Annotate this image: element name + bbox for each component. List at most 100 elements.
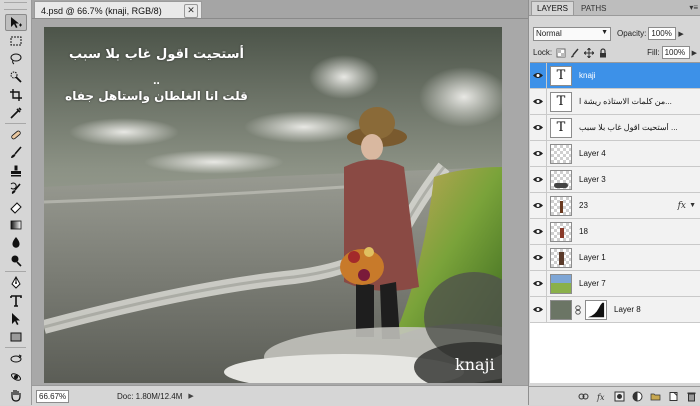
blur-tool[interactable] [5,234,27,251]
pen-icon [10,275,21,289]
tab-layers[interactable]: LAYERS [531,1,574,15]
quick-selection-icon [10,71,22,83]
image-canvas[interactable]: أستحيت اقول غاب بلا سبب .. قلت انا الغلط… [44,27,502,383]
adjustment-layer-icon[interactable] [632,391,643,402]
layer-name: knaji [579,71,596,80]
document-tab[interactable]: 4.psd @ 66.7% (knaji, RGB/8) ✕ [34,1,202,19]
blend-mode-value: Normal [536,29,562,38]
panel-menu-icon[interactable]: ▾≡ [689,3,698,12]
3d-orbit-tool[interactable] [5,368,27,385]
marquee-tool[interactable] [5,32,27,49]
layer-row[interactable]: Layer 4 [530,141,700,167]
layer-row[interactable]: Layer 1 [530,245,700,271]
visibility-eye-icon[interactable] [530,193,547,218]
layer-mask-thumbnail[interactable] [585,299,607,320]
add-layer-style-icon[interactable]: fx [596,391,607,402]
visibility-eye-icon[interactable] [530,141,547,166]
text-layer-thumbnail: T [550,65,572,86]
visibility-eye-icon[interactable] [530,167,547,192]
visibility-eye-icon[interactable] [530,89,547,114]
canvas-text-line1: أستحيت اقول غاب بلا سبب [69,47,244,62]
fill-input[interactable]: 100% [661,46,690,59]
document-window: 4.psd @ 66.7% (knaji, RGB/8) ✕ أستحيت اق… [32,0,528,406]
layer-name: 23 [579,201,588,210]
blend-mode-select[interactable]: Normal ▼ [533,26,611,41]
layer-row[interactable]: Layer 3 [530,167,700,193]
new-layer-icon[interactable] [668,391,679,402]
layer-name: 18 [579,227,588,236]
layer-effects-icon[interactable]: fx [678,201,686,211]
drop-icon [11,236,20,248]
brush-icon [10,145,22,158]
close-tab-icon[interactable]: ✕ [184,3,198,18]
hand-icon [10,389,21,402]
visibility-eye-icon[interactable] [530,115,547,140]
crop-tool[interactable] [5,86,27,103]
path-selection-tool[interactable] [5,310,27,327]
canvas-text-dots: .. [153,73,160,87]
path-selection-icon [11,312,20,325]
fill-group: Fill: 100% ▶ [647,46,697,59]
add-mask-icon[interactable] [614,391,625,402]
tab-paths[interactable]: PATHS [576,2,611,15]
visibility-eye-icon[interactable] [530,297,547,322]
layer-row[interactable]: Layer 8 [530,297,700,323]
chevron-down-icon: ▼ [601,28,608,36]
layer-row[interactable]: Layer 7 [530,271,700,297]
visibility-eye-icon[interactable] [530,219,547,244]
new-group-icon[interactable] [650,391,661,402]
layer-row[interactable]: T أستحيت اقول غاب بلا سبب ... [530,115,700,141]
status-menu-arrow-icon[interactable]: ▶ [188,392,193,400]
visibility-eye-icon[interactable] [530,271,547,296]
lock-pixels-icon[interactable] [570,48,580,58]
dodge-tool[interactable] [5,252,27,269]
3d-orbit-icon [10,372,21,381]
svg-text:fx: fx [596,393,605,402]
history-brush-tool[interactable] [5,180,27,197]
shape-tool[interactable] [5,328,27,345]
type-tool[interactable] [5,292,27,309]
3d-rotate-tool[interactable] [5,350,27,367]
chain-link-icon[interactable] [575,305,583,315]
layer-row[interactable]: T knaji [530,63,700,89]
doc-info: Doc: 1.80M/12.4M [117,391,183,401]
visibility-eye-icon[interactable] [530,245,547,270]
fill-slider-arrow-icon[interactable]: ▶ [692,49,697,57]
gradient-icon [10,220,21,229]
brush-tool[interactable] [5,144,27,161]
healing-brush-tool[interactable] [5,126,27,143]
lock-transparent-icon[interactable] [556,48,566,58]
text-layer-thumbnail: T [550,117,572,138]
lock-all-icon[interactable] [598,47,608,58]
layer-thumbnail [550,299,572,320]
layer-row[interactable]: 18 [530,219,700,245]
visibility-eye-icon[interactable] [530,63,547,88]
move-tool[interactable] [4,14,27,31]
zoom-field[interactable]: 66.67% [36,389,69,403]
layer-row[interactable]: 23 fx ▼ [530,193,700,219]
gradient-tool[interactable] [5,216,27,233]
rectangle-shape-icon [10,332,21,341]
lasso-tool[interactable] [5,50,27,67]
panel-tabs: LAYERS PATHS ▾≡ [529,0,700,16]
layer-name: Layer 1 [579,253,606,262]
layer-thumbnail [550,221,572,242]
bandage-icon [10,130,21,139]
toolbar-divider [5,347,26,348]
eraser-tool[interactable] [5,198,27,215]
trash-icon[interactable] [686,391,697,402]
toolbar-grip[interactable] [4,2,27,10]
eyedropper-tool[interactable] [5,104,27,121]
panel-footer: fx [529,386,700,405]
link-layers-icon[interactable] [578,391,589,402]
hand-tool[interactable] [5,386,27,403]
expand-effects-arrow-icon[interactable]: ▼ [689,202,696,209]
pen-tool[interactable] [5,274,27,291]
opacity-input[interactable]: 100% [648,27,677,40]
clone-stamp-tool[interactable] [5,162,27,179]
layer-name: Layer 4 [579,149,606,158]
lock-position-icon[interactable] [584,47,595,58]
quick-selection-tool[interactable] [5,68,27,85]
layer-row[interactable]: T من كلمات الاستاذه ريشة ا... [530,89,700,115]
opacity-slider-arrow-icon[interactable]: ▶ [678,30,683,38]
